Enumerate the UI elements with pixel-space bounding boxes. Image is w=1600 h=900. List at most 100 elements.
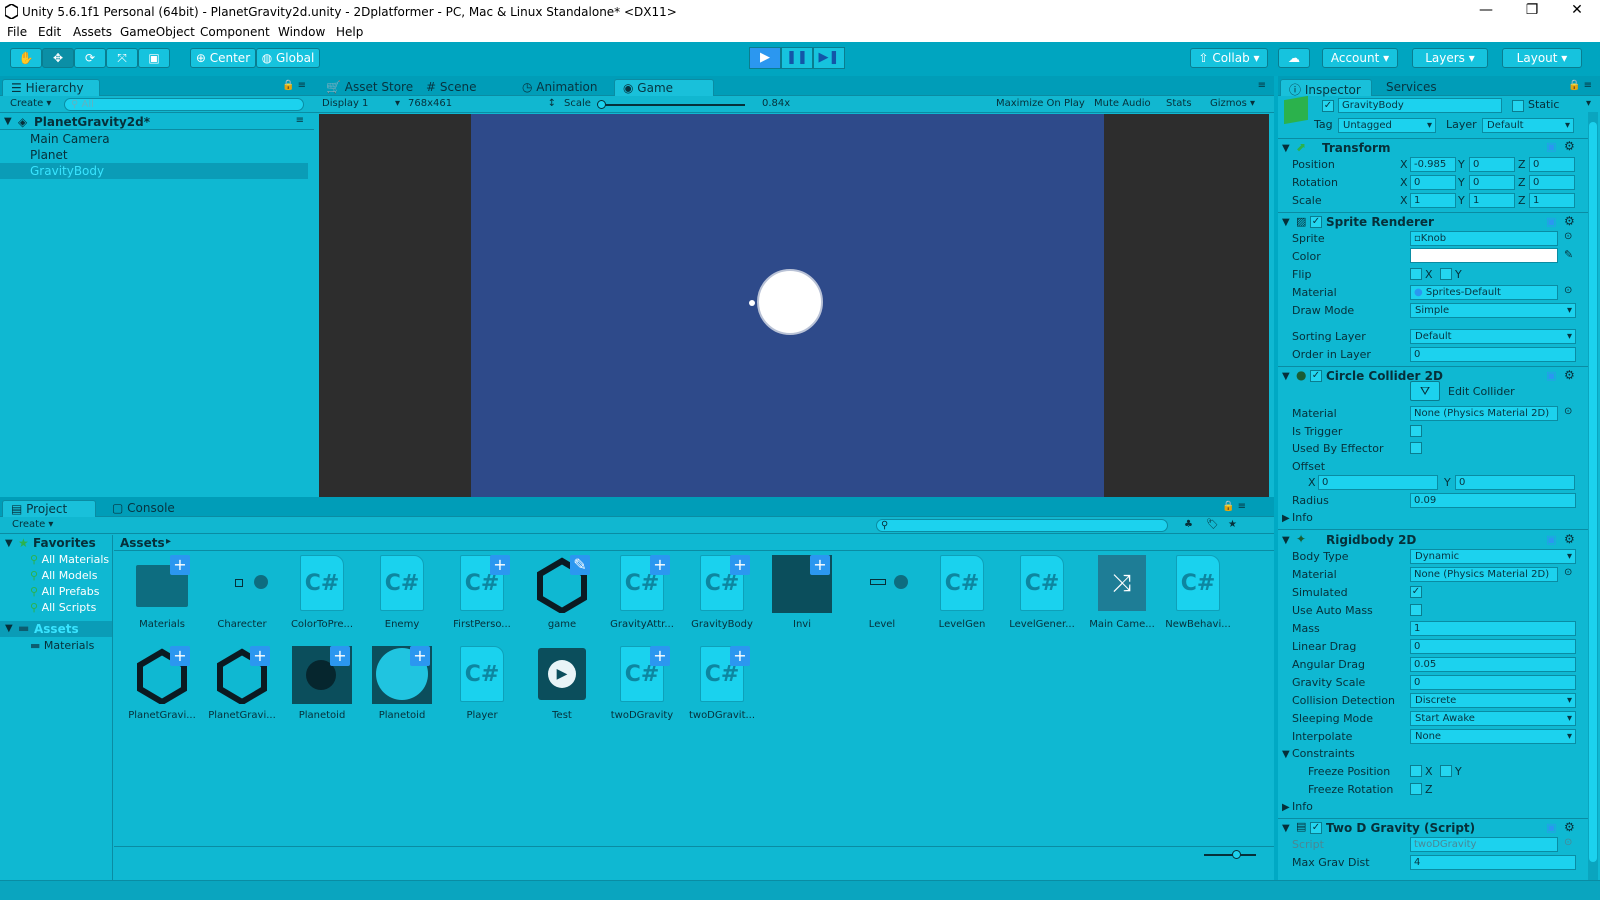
hand-tool-button[interactable]: ✋ [10, 48, 42, 68]
rb-material-field[interactable]: None (Physics Material 2D) [1410, 567, 1558, 582]
resolution-dropdown[interactable]: 768x461 ↕ [408, 98, 556, 109]
panel-menu-icon[interactable]: 🔒 ≡ [282, 80, 306, 91]
sorting-layer-dropdown[interactable]: Default [1410, 329, 1576, 344]
menu-window[interactable]: Window [278, 25, 325, 39]
tab-asset-store[interactable]: 🛒 Asset Store [318, 79, 421, 96]
is-trigger-checkbox[interactable] [1410, 425, 1422, 437]
offset-y-field[interactable]: 0 [1455, 475, 1575, 490]
scale-slider[interactable] [601, 104, 745, 106]
used-by-effector-checkbox[interactable] [1410, 442, 1422, 454]
material-field[interactable]: ● Sprites-Default [1410, 285, 1558, 300]
panel-menu-icon[interactable]: ≡ [1258, 80, 1266, 91]
object-name-field[interactable]: GravityBody [1338, 98, 1502, 113]
flip-x-checkbox[interactable] [1410, 268, 1422, 280]
asset-levelgen[interactable]: C# LevelGen [924, 555, 1000, 630]
panel-menu-icon[interactable]: 🔒 ≡ [1222, 501, 1246, 512]
freeze-position-y-checkbox[interactable] [1440, 765, 1452, 777]
project-search-input[interactable]: ⚲ [876, 519, 1168, 532]
menu-edit[interactable]: Edit [38, 25, 61, 39]
gear-icon[interactable]: ⚙ [1564, 820, 1575, 834]
asset-planetgravi-1[interactable]: + PlanetGravi... [124, 646, 200, 721]
close-button[interactable]: ✕ [1557, 2, 1597, 18]
body-type-dropdown[interactable]: Dynamic [1410, 549, 1576, 564]
asset-colortopre[interactable]: C# ColorToPre... [284, 555, 360, 630]
collapse-triangle-icon[interactable]: ▼ [1282, 371, 1290, 382]
inspector-scrollbar[interactable] [1588, 112, 1598, 880]
display-dropdown[interactable]: Display 1 ▾ [322, 98, 400, 109]
tree-materials-folder[interactable]: ▬ Materials [30, 639, 94, 652]
sprite-field[interactable]: ▫Knob [1410, 231, 1558, 246]
angular-drag-field[interactable]: 0.05 [1410, 657, 1576, 672]
gizmos-dropdown[interactable]: Gizmos ▾ [1210, 98, 1255, 109]
linear-drag-field[interactable]: 0 [1410, 639, 1576, 654]
asset-twodgravit[interactable]: C# + twoDGravit... [684, 646, 760, 721]
asset-planetoid-prefab[interactable]: + Planetoid [284, 646, 360, 721]
flip-y-checkbox[interactable] [1440, 268, 1452, 280]
favorite-all-models[interactable]: ⚲ All Models [30, 569, 97, 582]
layout-dropdown[interactable]: Layout ▾ [1502, 48, 1582, 68]
hierarchy-item-main-camera[interactable]: Main Camera [0, 131, 308, 147]
mass-field[interactable]: 1 [1410, 621, 1576, 636]
asset-gravitybody[interactable]: C# + GravityBody [684, 555, 760, 630]
icon-size-slider-thumb[interactable] [1232, 850, 1241, 859]
favorite-all-prefabs[interactable]: ⚲ All Prefabs [30, 585, 100, 598]
expand-triangle-icon[interactable]: ▶ [1282, 802, 1290, 813]
menu-component[interactable]: Component [200, 25, 270, 39]
expand-triangle-icon[interactable]: ▼ [5, 538, 13, 549]
collapse-triangle-icon[interactable]: ▼ [1282, 143, 1290, 154]
tab-animation[interactable]: ◷ Animation [514, 79, 605, 96]
asset-game[interactable]: ✎ game [524, 555, 600, 630]
asset-enemy[interactable]: C# Enemy [364, 555, 440, 630]
gear-icon[interactable]: ⚙ [1564, 368, 1575, 382]
hierarchy-item-gravitybody[interactable]: GravityBody [0, 163, 308, 179]
tab-inspector[interactable]: ⓘ Inspector [1280, 79, 1372, 97]
sprite-renderer-enabled-checkbox[interactable]: ✓ [1310, 216, 1322, 228]
rotate-tool-button[interactable]: ⟳ [74, 48, 106, 68]
draw-mode-dropdown[interactable]: Simple [1410, 303, 1576, 318]
freeze-rotation-z-checkbox[interactable] [1410, 783, 1422, 795]
asset-main-camera[interactable]: ⤨ Main Came... [1084, 555, 1160, 630]
stats-toggle[interactable]: Stats [1166, 98, 1192, 109]
object-picker-icon[interactable]: ⊙ [1564, 567, 1572, 578]
script-enabled-checkbox[interactable]: ✓ [1310, 822, 1322, 834]
gear-icon[interactable]: ⚙ [1564, 532, 1575, 546]
hierarchy-item-planet[interactable]: Planet [0, 147, 308, 163]
pivot-global-button[interactable]: ◍ Global [256, 48, 320, 68]
max-grav-dist-field[interactable]: 4 [1410, 855, 1576, 870]
tab-game[interactable]: ◉ Game [614, 79, 714, 96]
scene-menu-icon[interactable]: ≡ [296, 115, 304, 126]
tag-dropdown[interactable]: Untagged [1338, 118, 1436, 133]
menu-file[interactable]: File [7, 25, 27, 39]
layers-dropdown[interactable]: Layers ▾ [1412, 48, 1488, 68]
object-picker-icon[interactable]: ⊙ [1564, 406, 1572, 417]
asset-test[interactable]: ▶ Test [524, 646, 600, 721]
step-button[interactable]: ▶❚ [813, 47, 845, 69]
collapse-triangle-icon[interactable]: ▼ [1282, 217, 1290, 228]
expand-triangle-icon[interactable]: ▶ [1282, 513, 1290, 524]
gravity-scale-field[interactable]: 0 [1410, 675, 1576, 690]
favorite-star-icon[interactable]: ★ [1228, 519, 1237, 530]
menu-assets[interactable]: Assets [73, 25, 112, 39]
asset-invi[interactable]: + Invi [764, 555, 840, 630]
rotation-y-field[interactable]: 0 [1469, 175, 1515, 190]
rect-tool-button[interactable]: ▣ [138, 48, 170, 68]
mute-audio-toggle[interactable]: Mute Audio [1094, 98, 1151, 109]
tab-console[interactable]: ▢ Console [104, 500, 183, 517]
filter-label-icon[interactable]: 🏷 [1206, 519, 1219, 530]
favorite-all-scripts[interactable]: ⚲ All Scripts [30, 601, 96, 614]
icon-size-slider[interactable] [1204, 854, 1256, 856]
asset-twodgravity[interactable]: C# + twoDGravity [604, 646, 680, 721]
collapse-triangle-icon[interactable]: ▼ [1282, 535, 1290, 546]
scene-row[interactable]: ▼ ◈ PlanetGravity2d* ≡ [0, 114, 314, 130]
asset-levelgener[interactable]: C# LevelGener... [1004, 555, 1080, 630]
menu-gameobject[interactable]: GameObject [120, 25, 195, 39]
help-book-icon[interactable]: ▣ [1546, 533, 1556, 546]
order-in-layer-field[interactable]: 0 [1410, 347, 1576, 362]
eyedropper-icon[interactable]: ✎ [1564, 248, 1573, 261]
position-z-field[interactable]: 0 [1529, 157, 1575, 172]
menu-help[interactable]: Help [336, 25, 363, 39]
scale-z-field[interactable]: 1 [1529, 193, 1575, 208]
tab-project[interactable]: ▤ Project [2, 500, 96, 517]
expand-triangle-icon[interactable]: ▼ [5, 623, 13, 634]
asset-newbehavi[interactable]: C# NewBehavi... [1160, 555, 1236, 630]
